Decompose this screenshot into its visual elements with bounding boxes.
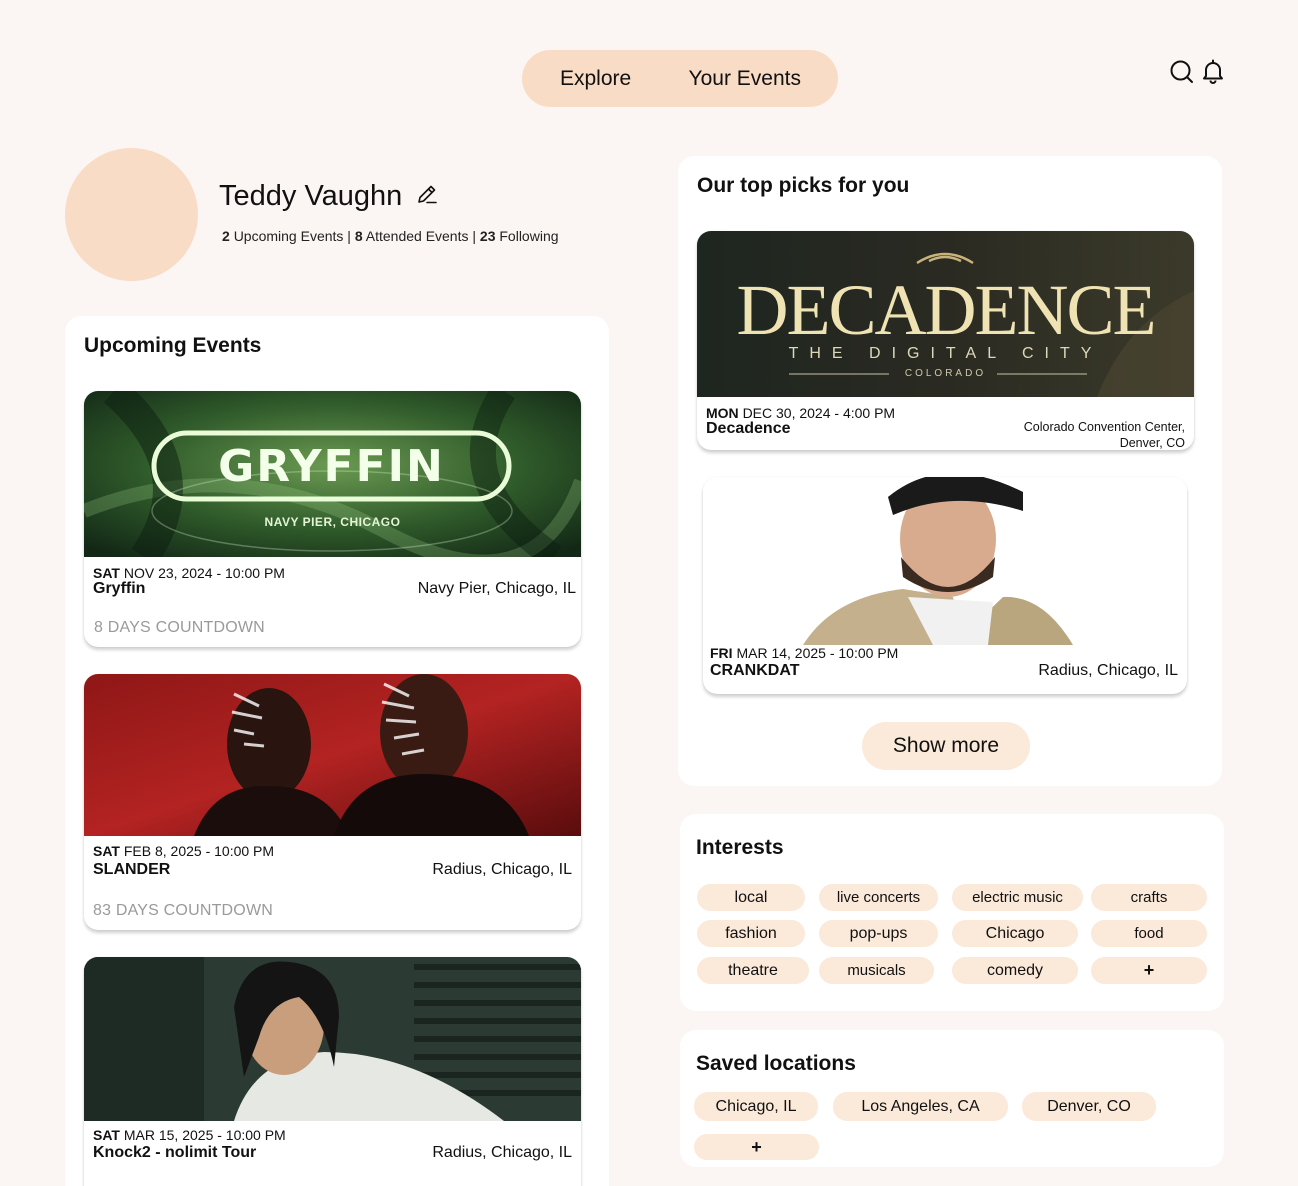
tab-explore[interactable]: Explore bbox=[560, 67, 631, 91]
interests-title: Interests bbox=[696, 836, 784, 859]
event-poster-slander bbox=[84, 674, 581, 836]
attended-label[interactable]: Attended Events | bbox=[366, 228, 476, 244]
interest-chip[interactable]: theatre bbox=[697, 957, 809, 984]
event-day: SAT bbox=[93, 565, 120, 581]
header-actions bbox=[1169, 59, 1224, 84]
attended-count: 8 bbox=[354, 228, 363, 244]
upcoming-events-title: Upcoming Events bbox=[84, 334, 262, 357]
show-more-button[interactable]: Show more bbox=[862, 722, 1030, 770]
interest-chip[interactable]: comedy bbox=[952, 957, 1078, 984]
event-date: SAT MAR 15, 2025 - 10:00 PM bbox=[93, 1127, 286, 1143]
avatar[interactable] bbox=[65, 148, 198, 281]
event-venue: Colorado Convention Center, Denver, CO bbox=[1024, 419, 1185, 450]
profile-name: Teddy Vaughn bbox=[219, 180, 403, 212]
event-datetime: MAR 14, 2025 - 10:00 PM bbox=[736, 645, 899, 661]
top-picks-title: Our top picks for you bbox=[697, 174, 910, 197]
upcoming-count: 2 bbox=[222, 228, 230, 244]
edit-pencil-icon[interactable] bbox=[416, 180, 438, 213]
interest-chip[interactable]: electric music bbox=[952, 884, 1083, 911]
location-chip[interactable]: Los Angeles, CA bbox=[833, 1092, 1008, 1121]
location-chip[interactable]: Chicago, IL bbox=[694, 1092, 818, 1121]
event-countdown: 8 DAYS COUNTDOWN bbox=[94, 619, 265, 636]
event-venue-line1: Colorado Convention Center, bbox=[1023, 420, 1185, 434]
event-card-crankdat[interactable]: FRI MAR 14, 2025 - 10:00 PM CRANKDAT Rad… bbox=[703, 477, 1187, 694]
poster-subtitle-gryffin: NAVY PIER, CHICAGO bbox=[264, 515, 401, 529]
event-datetime: MAR 15, 2025 - 10:00 PM bbox=[123, 1127, 286, 1143]
event-day: SAT bbox=[93, 1127, 120, 1143]
event-card-gryffin[interactable]: GRYFFIN NAVY PIER, CHICAGO SAT NOV 23, 2… bbox=[84, 391, 581, 647]
following-label[interactable]: Following bbox=[499, 228, 558, 244]
interest-chip[interactable]: food bbox=[1091, 920, 1207, 947]
event-card-slander[interactable]: SAT FEB 8, 2025 - 10:00 PM SLANDER Radiu… bbox=[84, 674, 581, 930]
tab-your-events[interactable]: Your Events bbox=[689, 67, 801, 91]
profile-header: Teddy Vaughn bbox=[219, 180, 438, 213]
top-picks-panel: Our top picks for you DECADENCE THE DIGI… bbox=[678, 156, 1222, 786]
nav-tabs: Explore Your Events bbox=[522, 50, 838, 107]
event-name: Decadence bbox=[706, 420, 791, 437]
event-date: SAT FEB 8, 2025 - 10:00 PM bbox=[93, 843, 274, 859]
event-day: MON bbox=[706, 405, 739, 421]
event-poster-knock2 bbox=[84, 957, 581, 1121]
saved-locations-title: Saved locations bbox=[696, 1052, 856, 1075]
event-venue: Radius, Chicago, IL bbox=[1038, 662, 1178, 679]
event-date: SAT NOV 23, 2024 - 10:00 PM bbox=[93, 565, 285, 581]
bell-icon[interactable] bbox=[1202, 59, 1224, 84]
poster-title-gryffin: GRYFFIN bbox=[218, 441, 445, 492]
add-interest-button[interactable]: + bbox=[1091, 957, 1207, 984]
event-venue-line2: Denver, CO bbox=[1119, 436, 1185, 450]
event-datetime: DEC 30, 2024 - 4:00 PM bbox=[742, 405, 896, 421]
event-name: Knock2 - nolimit Tour bbox=[93, 1144, 257, 1161]
poster-title-decadence: DECADENCE bbox=[736, 270, 1157, 350]
event-name: Gryffin bbox=[93, 580, 146, 597]
event-name: CRANKDAT bbox=[710, 662, 800, 679]
event-venue: Navy Pier, Chicago, IL bbox=[417, 580, 576, 597]
poster-tag-decadence: COLORADO bbox=[904, 368, 987, 379]
location-chip[interactable]: Denver, CO bbox=[1022, 1092, 1156, 1121]
interest-chip[interactable]: crafts bbox=[1091, 884, 1207, 911]
event-card-knock2[interactable]: SAT MAR 15, 2025 - 10:00 PM Knock2 - nol… bbox=[84, 957, 581, 1186]
event-venue: Radius, Chicago, IL bbox=[432, 861, 572, 878]
interest-chip[interactable]: pop-ups bbox=[819, 920, 938, 947]
event-day: SAT bbox=[93, 843, 120, 859]
event-day: FRI bbox=[710, 645, 733, 661]
interest-chip[interactable]: musicals bbox=[819, 957, 934, 984]
event-date: MON DEC 30, 2024 - 4:00 PM bbox=[706, 405, 895, 421]
poster-subtitle-decadence: THE DIGITAL CITY bbox=[788, 345, 1103, 362]
event-datetime: FEB 8, 2025 - 10:00 PM bbox=[123, 843, 275, 859]
interest-chip[interactable]: fashion bbox=[697, 920, 805, 947]
event-name: SLANDER bbox=[93, 861, 171, 878]
search-icon[interactable] bbox=[1169, 59, 1194, 84]
interest-chip[interactable]: live concerts bbox=[819, 884, 938, 911]
upcoming-events-panel: Upcoming Events GRYFFIN NAVY PIER, CHICA… bbox=[65, 316, 609, 1186]
event-date: FRI MAR 14, 2025 - 10:00 PM bbox=[710, 645, 898, 661]
event-card-decadence[interactable]: DECADENCE THE DIGITAL CITY COLORADO MON … bbox=[697, 231, 1194, 450]
event-venue: Radius, Chicago, IL bbox=[432, 1144, 572, 1161]
interest-chip[interactable]: Chicago bbox=[952, 920, 1078, 947]
event-datetime: NOV 23, 2024 - 10:00 PM bbox=[123, 565, 285, 581]
upcoming-label[interactable]: Upcoming Events | bbox=[234, 228, 351, 244]
event-poster-crankdat bbox=[703, 477, 1187, 645]
profile-stats: 2 Upcoming Events | 8 Attended Events | … bbox=[222, 228, 559, 244]
interest-chip[interactable]: local bbox=[697, 884, 805, 911]
following-count: 23 bbox=[479, 228, 496, 244]
add-location-button[interactable]: + bbox=[694, 1134, 819, 1160]
event-countdown: 83 DAYS COUNTDOWN bbox=[93, 902, 274, 919]
